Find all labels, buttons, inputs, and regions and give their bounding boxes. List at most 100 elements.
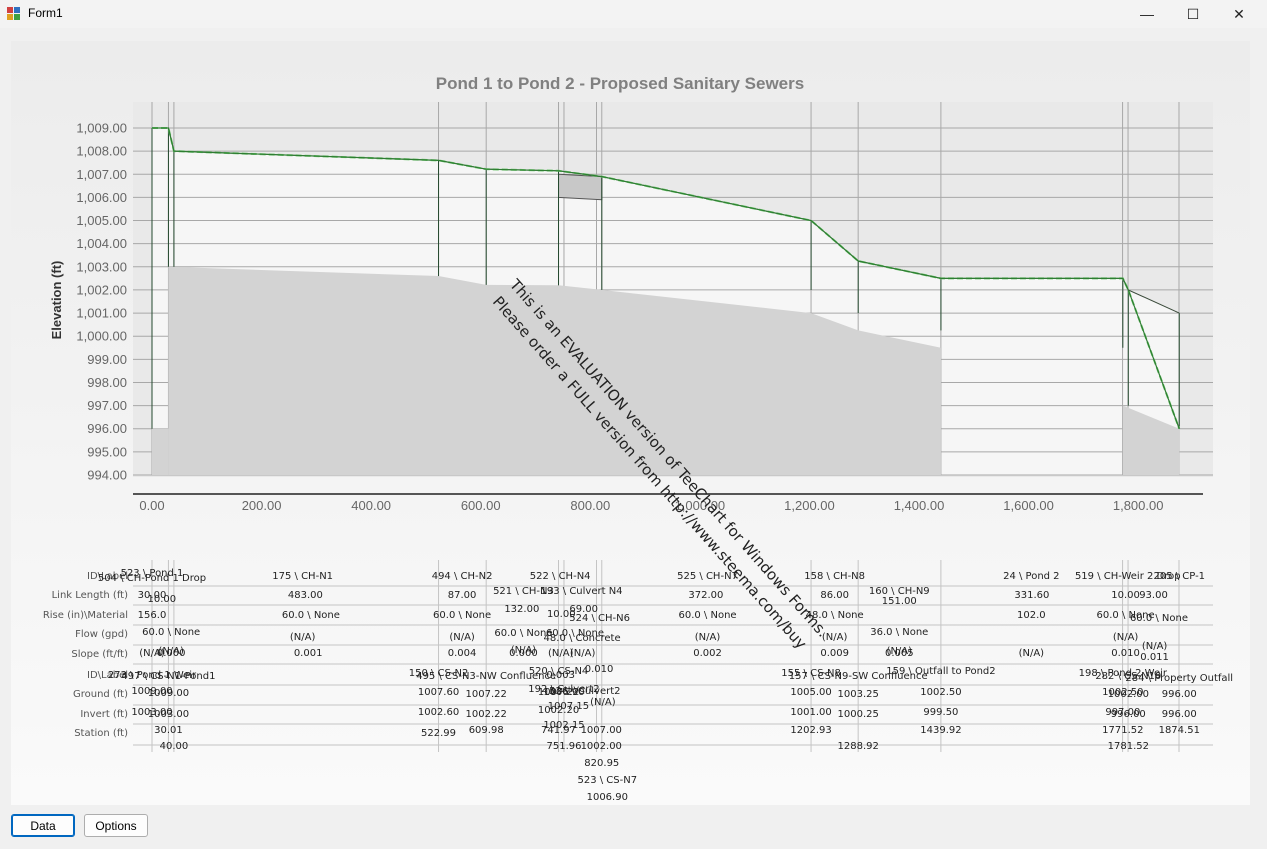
y-axis-label: Elevation (ft) xyxy=(49,261,64,340)
table-cell: 10.00 xyxy=(148,594,177,605)
table-cell: 751.96 xyxy=(547,741,582,752)
table-cell: 40.00 xyxy=(160,741,189,752)
y-tick-label: 996.00 xyxy=(87,421,127,436)
table-cell: 69.00 xyxy=(569,604,598,615)
chart-title: Pond 1 to Pond 2 - Proposed Sanitary Sew… xyxy=(436,74,804,93)
y-tick-label: 1,007.00 xyxy=(76,167,127,182)
table-cell: 93.00 xyxy=(1139,590,1168,601)
x-tick-label: 800.00 xyxy=(570,498,610,513)
y-tick-label: 1,008.00 xyxy=(76,144,127,159)
y-tick-label: 1,003.00 xyxy=(76,259,127,274)
table-cell: (N/A) xyxy=(1019,648,1045,659)
table-cell: 1007.00 xyxy=(581,725,622,736)
y-tick-label: 1,001.00 xyxy=(76,306,127,321)
table-row-label: Link Length (ft) xyxy=(52,590,128,601)
table-cell: 372.00 xyxy=(688,590,723,601)
table-cell: (N/A) xyxy=(570,648,596,659)
table-cell: 609.98 xyxy=(469,725,504,736)
table-cell: 0.002 xyxy=(693,648,722,659)
y-tick-label: 999.00 xyxy=(87,352,127,367)
y-tick-label: 998.00 xyxy=(87,375,127,390)
table-cell: 86.00 xyxy=(820,590,849,601)
y-tick-label: 997.00 xyxy=(87,398,127,413)
y-tick-label: 1,005.00 xyxy=(76,213,127,228)
table-cell: 1009.00 xyxy=(148,688,189,699)
y-tick-label: 1,000.00 xyxy=(76,329,127,344)
table-cell: 205 \ CP-1 xyxy=(1153,571,1205,582)
table-cell: 494 \ CH-N2 xyxy=(432,571,493,582)
table-cell: (N/A) xyxy=(590,697,616,708)
table-cell: 284 \ Property Outfall xyxy=(1125,673,1233,684)
table-cell: 1007.60 xyxy=(418,687,459,698)
table-cell: 0.011 xyxy=(1140,652,1169,663)
x-tick-label: 400.00 xyxy=(351,498,391,513)
table-cell: 520 \ CS-N4 xyxy=(529,666,589,677)
x-tick-label: 600.00 xyxy=(461,498,501,513)
options-button[interactable]: Options xyxy=(84,814,148,837)
table-cell: 1288.92 xyxy=(838,741,879,752)
table-cell: 1002.00 xyxy=(581,741,622,752)
table-cell: 1006.90 xyxy=(587,792,628,803)
table-cell: 60.0 \ None xyxy=(1130,613,1188,624)
table-cell: 102.0 xyxy=(1017,610,1046,621)
table-cell: 0.010 xyxy=(1111,648,1140,659)
table-cell: 0.010 xyxy=(585,664,614,675)
table-row-label: Station (ft) xyxy=(74,728,128,739)
x-tick-label: 200.00 xyxy=(242,498,282,513)
table-cell: 1781.52 xyxy=(1108,741,1149,752)
ground-area-pond1 xyxy=(152,428,169,475)
table-cell: 0.001 xyxy=(294,648,323,659)
table-cell: 0.000 xyxy=(509,648,538,659)
table-cell: 87.00 xyxy=(448,590,477,601)
table-cell: 10.00 xyxy=(1111,590,1140,601)
table-cell: 1002.50 xyxy=(920,687,961,698)
table-cell: 331.60 xyxy=(1014,590,1049,601)
table-cell: 1002.22 xyxy=(466,709,507,720)
table-cell: 159 \ Outfall to Pond2 xyxy=(886,666,995,677)
table-cell: 1771.52 xyxy=(1102,725,1143,736)
table-cell: 24 \ Pond 2 xyxy=(1003,571,1059,582)
table-cell: 0.004 xyxy=(448,648,477,659)
table-row-label: Flow (gpd) xyxy=(75,629,128,640)
table-cell: 0.005 xyxy=(885,648,914,659)
table-cell: 30.01 xyxy=(154,725,183,736)
table-cell: 504 \ CH-Pond 1 Drop xyxy=(98,573,206,584)
table-cell: 193 \ Culvert N4 xyxy=(541,586,623,597)
culvert-box xyxy=(558,173,603,201)
table-cell: 1202.93 xyxy=(790,725,831,736)
table-row-label: Slope (ft/ft) xyxy=(71,649,128,660)
table-cell: 1005.00 xyxy=(790,687,831,698)
table-cell: 60.0 \ None xyxy=(142,627,200,638)
table-cell: 156.0 xyxy=(138,610,167,621)
table-cell: 497 \ CS-N1-Pond1 xyxy=(121,671,215,682)
data-button[interactable]: Data xyxy=(11,814,75,837)
table-cell: 1007.15 xyxy=(548,701,589,712)
table-cell: 175 \ CH-N1 xyxy=(272,571,333,582)
table-cell: 132.00 xyxy=(504,604,539,615)
table-row-label: Ground (ft) xyxy=(73,689,128,700)
y-tick-label: 994.00 xyxy=(87,468,127,483)
table-cell: (N/A) xyxy=(449,632,475,643)
table-cell: (N/A) xyxy=(290,632,316,643)
x-tick-label: 1,800.00 xyxy=(1113,498,1164,513)
table-cell: 1000.25 xyxy=(838,709,879,720)
table-cell: 522.99 xyxy=(421,728,456,739)
y-tick-label: 1,009.00 xyxy=(76,121,127,136)
table-cell: 0.000 xyxy=(157,648,186,659)
y-tick-label: 1,004.00 xyxy=(76,236,127,251)
table-cell: 999.50 xyxy=(923,707,958,718)
table-cell: 151.00 xyxy=(882,596,917,607)
table-cell: 996.00 xyxy=(1111,709,1146,720)
table-cell: 1874.51 xyxy=(1159,725,1200,736)
table-cell: 741.97 xyxy=(541,725,576,736)
table-cell: 1439.92 xyxy=(920,725,961,736)
table-row-label: Rise (in)\Material xyxy=(43,610,128,621)
table-cell: 1003.00 xyxy=(148,709,189,720)
table-cell: (N/A) xyxy=(1113,632,1139,643)
profile-chart: Pond 1 to Pond 2 - Proposed Sanitary Sew… xyxy=(43,74,1233,803)
table-row-label: Invert (ft) xyxy=(80,709,128,720)
table-cell: 158 \ CH-N8 xyxy=(804,571,865,582)
table-cell: (N/A) xyxy=(1142,641,1168,652)
table-cell: 0.009 xyxy=(820,648,849,659)
x-tick-label: 1,400.00 xyxy=(894,498,945,513)
